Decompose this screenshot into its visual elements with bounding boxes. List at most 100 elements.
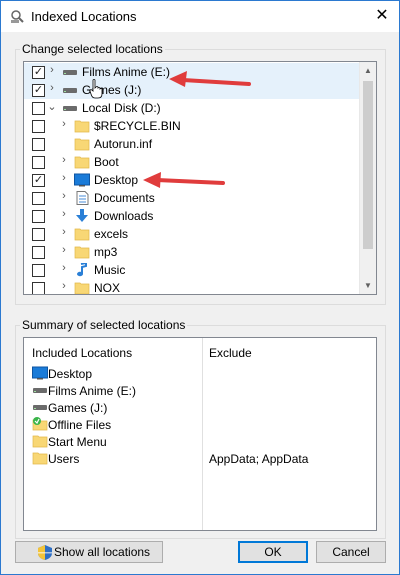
hand-cursor-icon [89,79,103,99]
desktop-icon [32,366,48,380]
location-checkbox[interactable] [32,192,45,205]
column-divider [202,338,203,530]
folder-icon [74,282,90,294]
folder-icon [32,434,48,448]
location-checkbox[interactable] [32,264,45,277]
drive-icon [32,383,47,397]
indexed-locations-dialog: Indexed Locations ✕ Change selected loca… [0,0,400,575]
summary-item-label: Desktop [48,367,93,381]
cancel-button[interactable]: Cancel [316,541,386,563]
cancel-label: Cancel [332,545,370,559]
show-all-locations-label: Show all locations [54,545,151,559]
chevron-right-icon[interactable]: › [58,280,70,292]
uac-shield-icon [38,545,52,560]
check-icon: ✓ [33,174,44,186]
scroll-down-icon[interactable]: ▼ [360,277,376,294]
ok-label: OK [264,545,282,559]
tree-row[interactable]: › Music [24,261,361,279]
folder-icon [74,155,90,169]
chevron-down-icon[interactable]: ⌄ [46,100,58,113]
offline-files-icon [32,417,48,431]
chevron-right-icon[interactable]: › [46,64,58,76]
close-button[interactable]: ✕ [365,1,399,32]
chevron-right-icon[interactable]: › [58,262,70,274]
tree-row[interactable]: › $RECYCLE.BIN [24,117,361,135]
tree-row-label: Music [94,263,126,277]
location-checkbox[interactable] [32,228,45,241]
folder-icon [74,246,90,259]
tree-row[interactable]: › Downloads [24,207,361,225]
folder-icon [74,156,90,169]
tree-row-label: Boot [94,155,119,169]
check-icon: ✓ [33,66,44,78]
location-checkbox[interactable] [32,282,45,294]
location-checkbox[interactable] [32,246,45,259]
exclude-header: Exclude [209,346,252,360]
drive-icon [33,405,47,410]
drive-icon [33,388,47,393]
location-checkbox[interactable]: ✓ [32,174,45,187]
tree-row-label: Desktop [94,173,139,187]
summary-item: Start Menu [32,433,197,450]
tree-row[interactable]: Autorun.inf [24,135,361,153]
location-checkbox[interactable]: ✓ [32,66,45,79]
tree-row-label: mp3 [94,245,118,259]
location-checkbox[interactable] [32,120,45,133]
tree-row-label: Local Disk (D:) [82,101,161,115]
folder-icon [74,227,90,241]
downloads-icon [76,209,88,222]
tree-scrollbar[interactable]: ▲ ▼ [359,62,376,294]
location-checkbox[interactable] [32,138,45,151]
drive-icon [62,83,78,97]
drive-icon [63,70,77,75]
location-checkbox[interactable] [32,102,45,115]
tree-row[interactable]: › excels [24,225,361,243]
tree-row[interactable]: › NOX [24,279,361,294]
scroll-up-icon[interactable]: ▲ [360,62,376,79]
folder-icon [74,228,90,241]
chevron-right-icon[interactable]: › [58,226,70,238]
summary-label: Summary of selected locations [20,318,188,332]
chevron-right-icon[interactable]: › [58,154,70,166]
tree-row[interactable]: › Boot [24,153,361,171]
close-icon: ✕ [375,7,389,24]
scroll-thumb[interactable] [363,81,373,249]
summary-item-label: Films Anime (E:) [48,384,137,398]
chevron-right-icon[interactable]: › [46,82,58,94]
chevron-right-icon[interactable]: › [58,244,70,256]
tree-row[interactable]: ⌄ Local Disk (D:) [24,99,361,117]
chevron-right-icon[interactable]: › [58,118,70,130]
documents-icon [74,191,90,205]
chevron-right-icon[interactable]: › [58,190,70,202]
ok-button[interactable]: OK [238,541,308,563]
summary-item: Desktop [32,365,197,382]
window-title: Indexed Locations [31,9,137,24]
chevron-right-icon[interactable]: › [58,172,70,184]
summary-list: Included Locations Exclude Desktop Films … [23,337,377,531]
drive-icon [63,88,77,93]
chevron-right-icon[interactable]: › [58,208,70,220]
folder-icon [74,138,90,151]
folder-icon [74,137,90,151]
summary-item: Films Anime (E:) [32,382,197,399]
desktop-icon [32,366,48,380]
tree-row[interactable]: › mp3 [24,243,361,261]
folder-icon [32,452,48,465]
folder-icon [32,435,48,448]
included-locations-header: Included Locations [32,346,133,360]
summary-item: Offline Files [32,416,197,433]
folder-icon [74,281,90,294]
location-checkbox[interactable]: ✓ [32,84,45,97]
tree-row-label: Films Anime (E:) [82,65,171,79]
location-checkbox[interactable] [32,156,45,169]
location-checkbox[interactable] [32,210,45,223]
music-icon [77,261,87,277]
folder-icon [74,120,90,133]
title-bar: Indexed Locations ✕ [1,1,399,32]
tree-row-label: excels [94,227,129,241]
check-icon: ✓ [33,84,44,96]
folder-icon [32,451,48,465]
music-icon [74,261,90,277]
summary-item-label: Games (J:) [48,401,108,415]
show-all-locations-button[interactable]: Show all locations [15,541,163,563]
